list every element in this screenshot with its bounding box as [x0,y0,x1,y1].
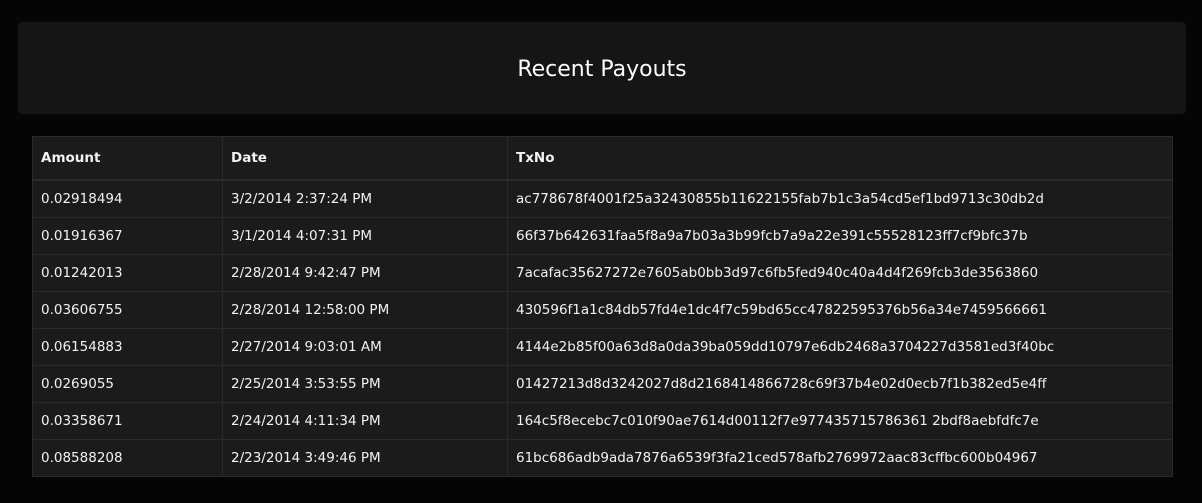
date-cell: 2/28/2014 9:42:47 PM [222,254,508,292]
txno-cell: 61bc686adb9ada7876a6539f3fa21ced578afb27… [507,439,1173,477]
date-cell: 2/24/2014 4:11:34 PM [222,402,508,440]
date-cell: 2/25/2014 3:53:55 PM [222,365,508,403]
txno-cell: ac778678f4001f25a32430855b11622155fab7b1… [507,179,1173,218]
date-cell: 3/2/2014 2:37:24 PM [222,179,508,218]
amount-cell: 0.02918494 [32,179,223,218]
amount-cell: 0.0269055 [32,365,223,403]
column-header-date: Date [222,136,508,181]
table-row: 0.03606755 2/28/2014 12:58:00 PM 430596f… [32,291,1173,329]
payouts-table-container: Amount Date TxNo 0.02918494 3/2/2014 2:3… [32,136,1173,477]
table-row: 0.03358671 2/24/2014 4:11:34 PM 164c5f8e… [32,402,1173,440]
amount-cell: 0.01242013 [32,254,223,292]
header-panel: Recent Payouts [18,22,1186,114]
amount-cell: 0.08588208 [32,439,223,477]
column-header-txno: TxNo [507,136,1173,181]
date-cell: 2/28/2014 12:58:00 PM [222,291,508,329]
date-cell: 3/1/2014 4:07:31 PM [222,217,508,255]
txno-cell: 4144e2b85f00a63d8a0da39ba059dd10797e6db2… [507,328,1173,366]
column-header-amount: Amount [32,136,223,181]
txno-cell: 7acafac35627272e7605ab0bb3d97c6fb5fed940… [507,254,1173,292]
page-title: Recent Payouts [517,56,687,82]
amount-cell: 0.01916367 [32,217,223,255]
payouts-table: Amount Date TxNo 0.02918494 3/2/2014 2:3… [32,136,1173,477]
table-row: 0.01916367 3/1/2014 4:07:31 PM 66f37b642… [32,217,1173,255]
table-row: 0.02918494 3/2/2014 2:37:24 PM ac778678f… [32,179,1173,218]
amount-cell: 0.03606755 [32,291,223,329]
table-row: 0.06154883 2/27/2014 9:03:01 AM 4144e2b8… [32,328,1173,366]
txno-cell: 430596f1a1c84db57fd4e1dc4f7c59bd65cc4782… [507,291,1173,329]
amount-cell: 0.06154883 [32,328,223,366]
table-row: 0.0269055 2/25/2014 3:53:55 PM 01427213d… [32,365,1173,403]
table-row: 0.08588208 2/23/2014 3:49:46 PM 61bc686a… [32,439,1173,477]
txno-cell: 66f37b642631faa5f8a9a7b03a3b99fcb7a9a22e… [507,217,1173,255]
date-cell: 2/23/2014 3:49:46 PM [222,439,508,477]
txno-cell: 01427213d8d3242027d8d2168414866728c69f37… [507,365,1173,403]
amount-cell: 0.03358671 [32,402,223,440]
txno-cell: 164c5f8ecebc7c010f90ae7614d00112f7e97743… [507,402,1173,440]
table-header-row: Amount Date TxNo [32,136,1173,181]
table-row: 0.01242013 2/28/2014 9:42:47 PM 7acafac3… [32,254,1173,292]
date-cell: 2/27/2014 9:03:01 AM [222,328,508,366]
